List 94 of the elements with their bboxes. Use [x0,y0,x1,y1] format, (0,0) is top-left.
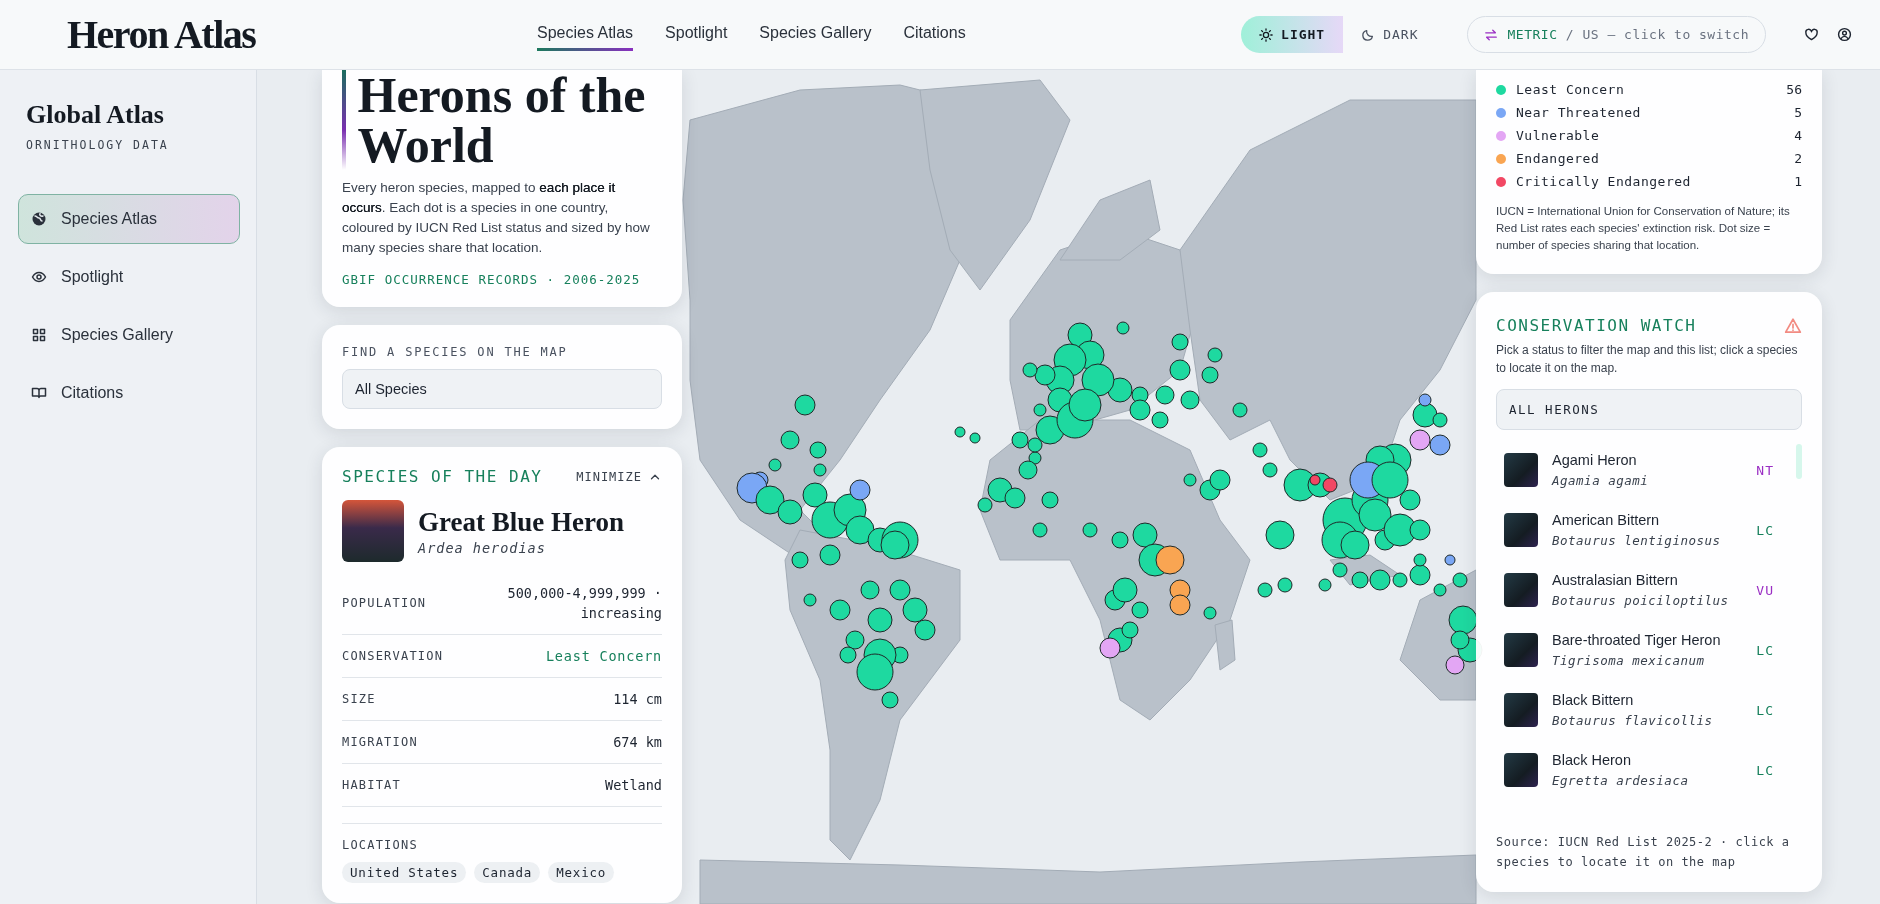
species-list-item[interactable]: Black Bittern Botaurus flavicollis LC [1496,680,1790,740]
sidebar-title: Global Atlas [26,100,165,130]
scientific-name: Botaurus lentiginosus [1552,533,1722,548]
status-code: LC [1756,762,1774,778]
species-list-item[interactable]: Australasian Bittern Botaurus poiciloptilus VU [1496,560,1790,620]
theme-toggle[interactable]: DARK [1343,16,1437,53]
sidebar-subtitle: ORNITHOLOGY DATA [26,138,170,152]
status-count: 4 [1794,128,1802,143]
status-filter-select[interactable]: ALL HERONS [1496,389,1802,430]
data-source: GBIF OCCURRENCE RECORDS · 2006-2025 [342,272,642,287]
stat-value: 500,000-4,999,999 · increasing [506,584,662,623]
species-name: Agami Heron [1552,452,1638,468]
stat-value: Least Concern [545,647,662,666]
status-label: Critically Endangered [1516,174,1692,189]
status-count: 56 [1786,82,1802,97]
stat-value: 114 cm [613,690,662,709]
status-count: 1 [1794,174,1802,189]
photo-placeholder [1504,513,1538,547]
sidebar-item[interactable]: Citations [18,368,240,418]
book-icon [31,385,47,401]
scientific-name: Agamia agami [1552,473,1650,488]
species-list-item[interactable]: American Bittern Botaurus lentiginosus LC [1496,500,1790,560]
sidebar-item[interactable]: Species Atlas [18,194,240,244]
warning-icon [1784,316,1802,335]
stat-label: CONSERVATION [342,649,444,663]
nav-tab[interactable]: Species Atlas [537,18,634,51]
sidebar-item[interactable]: Spotlight [18,252,240,302]
scientific-name: Egretta ardesiaca [1552,773,1690,788]
card-title: SPECIES OF THE DAY [342,467,543,486]
eye-icon [31,269,47,285]
minimize-button[interactable]: MINIMIZE [576,469,662,484]
user-icon [1837,27,1852,42]
status-label: Endangered [1516,151,1601,166]
sidebar-item[interactable]: Species Gallery [18,310,240,360]
status-label: Least Concern [1516,82,1626,97]
scientific-name: Ardea herodias [418,539,547,556]
photo-placeholder [1504,753,1538,787]
scientific-name: Botaurus poiciloptilus [1552,593,1730,608]
species-name: American Bittern [1552,512,1661,528]
photo-placeholder [1504,633,1538,667]
species-name: Black Heron [1552,752,1632,768]
photo-placeholder [342,500,404,562]
stat-value: 674 km [613,733,662,752]
card-title: CONSERVATION WATCH [1496,316,1697,335]
intro-description: Every heron species, mapped to each place it occurs. Each dot is a species in one country, coloured by IUCN Red List status and sized by how many species share that location. [342,179,651,257]
sun-icon [1259,27,1274,42]
nav-tab[interactable]: Spotlight [665,18,728,51]
scrollbar-thumb[interactable] [1796,444,1802,479]
location-tag: Mexico [548,862,615,883]
species-name: Black Bittern [1552,692,1635,708]
location-tag: United States [342,862,467,883]
watch-source: Source: IUCN Red List 2025-2 · click a species to locate it on the map [1496,834,1791,871]
legend-note: IUCN = International Union for Conservation of Nature; its Red List rates each species' extinction risk. Dot size = number of species sharing that location. [1496,204,1791,253]
stat-value: Wetland [605,776,662,795]
finder-label: FIND A SPECIES ON THE MAP [342,345,569,359]
species-name: Australasian Bittern [1552,572,1679,588]
scientific-name: Botaurus flavicollis [1552,713,1714,728]
photo-placeholder [1504,693,1538,727]
species-name: Bare-throated Tiger Heron [1552,632,1722,648]
species-list-item[interactable]: Bare-throated Tiger Heron Tigrisoma mexicanum LC [1496,620,1790,680]
globe-icon [31,211,47,227]
stat-label: POPULATION [342,596,427,610]
grid-icon [31,327,47,343]
stat-label: MIGRATION [342,735,418,749]
status-code: NT [1756,462,1774,478]
status-code: VU [1756,582,1774,598]
species-list-item[interactable]: Agami Heron Agamia agami NT [1496,440,1790,500]
status-label: Vulnerable [1516,128,1601,143]
status-code: LC [1756,642,1774,658]
status-code: LC [1756,702,1774,718]
site-logo[interactable]: Heron Atlas [67,11,537,58]
species-list-item[interactable]: Black Heron Egretta ardesiaca LC [1496,740,1790,800]
status-code: LC [1756,522,1774,538]
locations-label: LOCATIONS [342,838,419,852]
nav-tab[interactable]: Species Gallery [759,18,872,51]
location-tag: Canada [474,862,541,883]
photo-placeholder [1504,453,1538,487]
heart-icon [1804,27,1819,42]
moon-icon [1361,27,1376,42]
status-label: Near Threatened [1516,105,1642,120]
units-toggle[interactable]: METRIC / US — click to switch [1466,16,1766,53]
species-name: Great Blue Heron [418,506,624,538]
status-count: 2 [1794,151,1802,166]
species-select[interactable]: All Species [342,369,662,409]
scientific-name: Tigrisoma mexicanum [1552,653,1706,668]
photo-placeholder [1504,573,1538,607]
stat-label: HABITAT [342,778,401,792]
status-count: 5 [1794,105,1802,120]
theme-toggle[interactable]: LIGHT [1241,16,1344,53]
stat-label: SIZE [342,692,376,706]
nav-tab[interactable]: Citations [903,18,966,51]
watch-description: Pick a status to filter the map and this list; click a species to locate it on the map. [1496,342,1799,377]
swap-arrows-icon [1483,27,1498,42]
page-title: Herons of the World [357,70,647,170]
